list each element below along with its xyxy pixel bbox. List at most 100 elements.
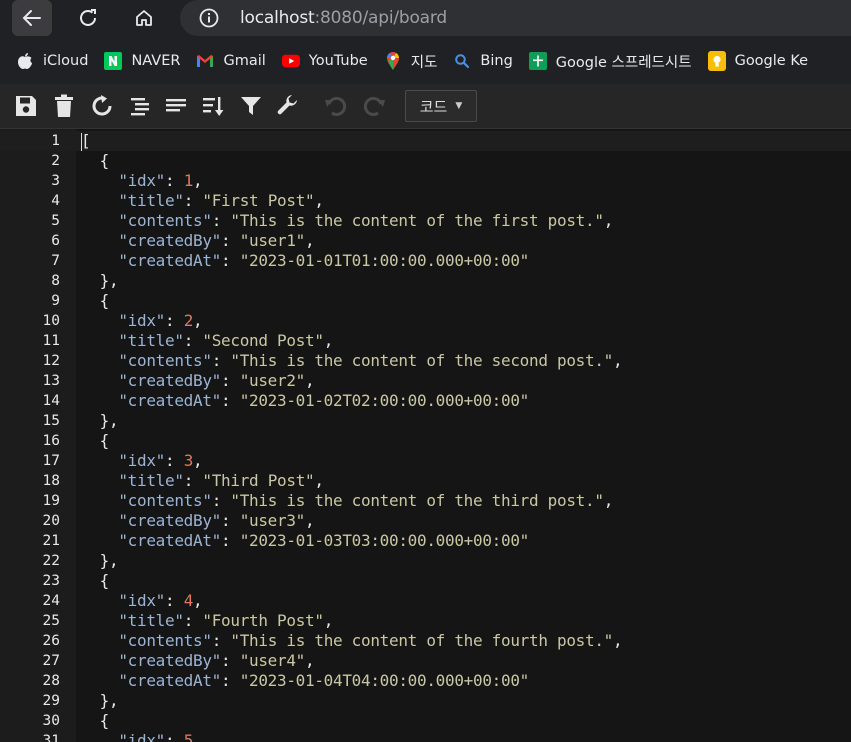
json-string: "user3" [239,511,306,530]
json-string: "2023-01-04T04:00:00.000+00:00" [239,671,530,690]
json-key: "contents" [118,351,212,370]
bookmark-gmail[interactable]: Gmail [196,46,266,76]
code-line: 23 { [0,571,851,591]
json-key: "createdBy" [118,511,222,530]
code-line: 20 "createdBy": "user3", [0,511,851,531]
mode-dropdown[interactable]: 코드 ▼ [405,90,477,122]
json-punctuation [81,351,118,370]
bookmark-naver[interactable]: NAVER [104,46,180,76]
code-text: "createdBy": "user2", [81,371,314,391]
undo-button[interactable] [321,91,351,121]
json-punctuation [81,531,118,550]
bookmark-label: Bing [480,53,513,69]
code-line: 28 "createdAt": "2023-01-04T04:00:00.000… [0,671,851,691]
brace: }, [81,411,119,430]
delete-button[interactable] [49,91,79,121]
code-text: "contents": "This is the content of the … [81,491,613,511]
json-punctuation [81,611,118,630]
trash-icon [55,94,73,117]
line-number: 13 [42,373,60,389]
code-text: { [81,291,110,311]
json-punctuation: : [211,491,231,510]
line-number: 7 [51,253,60,269]
code-text: "createdBy": "user4", [81,651,314,671]
code-text: "contents": "This is the content of the … [81,211,613,231]
json-punctuation: : [221,251,240,270]
json-punctuation: : [183,191,203,210]
code-text: "contents": "This is the content of the … [81,631,622,651]
url-text[interactable]: localhost:8080/api/board [240,0,447,36]
json-punctuation [81,251,118,270]
json-punctuation: : [211,211,231,230]
line-number: 17 [42,453,60,469]
code-text: }, [81,411,119,431]
json-punctuation [81,631,118,650]
sort-button[interactable] [198,91,228,121]
code-line: 5 "contents": "This is the content of th… [0,211,851,231]
code-line: 6 "createdBy": "user1", [0,231,851,251]
code-text: "createdAt": "2023-01-01T01:00:00.000+00… [81,251,529,271]
bookmark-maps[interactable]: 지도 [384,46,437,76]
filter-button[interactable] [236,91,266,121]
json-punctuation: : [165,591,184,610]
json-punctuation: : [165,171,184,190]
save-button[interactable] [11,91,41,121]
format-button[interactable] [124,91,154,121]
code-text: "title": "First Post", [81,191,324,211]
json-key: "createdAt" [118,391,222,410]
json-punctuation [81,391,118,410]
brace: }, [81,691,119,710]
code-text: }, [81,271,119,291]
address-bar[interactable]: localhost:8080/api/board [180,0,851,36]
site-info-button[interactable] [198,0,220,36]
json-key: "title" [118,471,184,490]
code-line: 21 "createdAt": "2023-01-03T03:00:00.000… [0,531,851,551]
json-key: "idx" [118,731,166,742]
back-button[interactable] [12,0,52,36]
bookmark-icloud[interactable]: iCloud [16,46,88,76]
code-line: 27 "createdBy": "user4", [0,651,851,671]
code-text: "createdAt": "2023-01-02T02:00:00.000+00… [81,391,529,411]
brace: { [81,571,110,590]
code-text: }, [81,691,119,711]
wrench-icon [277,95,297,115]
code-text: "createdAt": "2023-01-04T04:00:00.000+00… [81,671,529,691]
json-punctuation: : [221,531,240,550]
json-key: "contents" [118,211,212,230]
redo-icon [363,97,385,116]
json-punctuation [81,491,118,510]
bookmark-sheets[interactable]: Google 스프레드시트 [528,46,692,76]
code-text: "title": "Third Post", [81,471,324,491]
maps-icon [384,52,402,70]
home-icon [136,10,152,26]
json-key: "createdAt" [118,251,222,270]
compact-button[interactable] [161,91,191,121]
home-button[interactable] [124,0,164,36]
json-punctuation: : [211,631,231,650]
arrow-left-icon [22,10,41,26]
info-icon [199,8,219,28]
format-icon [131,98,149,116]
json-punctuation: : [165,311,184,330]
json-punctuation: , [193,451,203,470]
code-text: "idx": 3, [81,451,202,471]
json-string: "user1" [239,231,306,250]
transform-button[interactable] [273,91,303,121]
code-editor[interactable]: 1[2 {3 "idx": 1, 4 "title": "First Post",… [0,129,851,742]
bookmark-keep[interactable]: Google Ke [707,46,808,76]
line-number: 19 [42,493,60,509]
json-punctuation: : [183,471,203,490]
url-host: localhost [240,8,315,28]
refresh-button[interactable] [87,91,117,121]
mode-label: 코드 [419,97,448,116]
bookmark-youtube[interactable]: YouTube [281,46,368,76]
json-punctuation: , [323,611,334,630]
code-line: 30 { [0,711,851,731]
json-punctuation: , [603,491,614,510]
redo-button[interactable] [359,91,389,121]
json-punctuation: , [305,231,315,250]
line-number: 21 [42,533,60,549]
json-punctuation: : [221,671,240,690]
bookmark-bing[interactable]: Bing [453,46,513,76]
reload-button[interactable] [68,0,108,36]
